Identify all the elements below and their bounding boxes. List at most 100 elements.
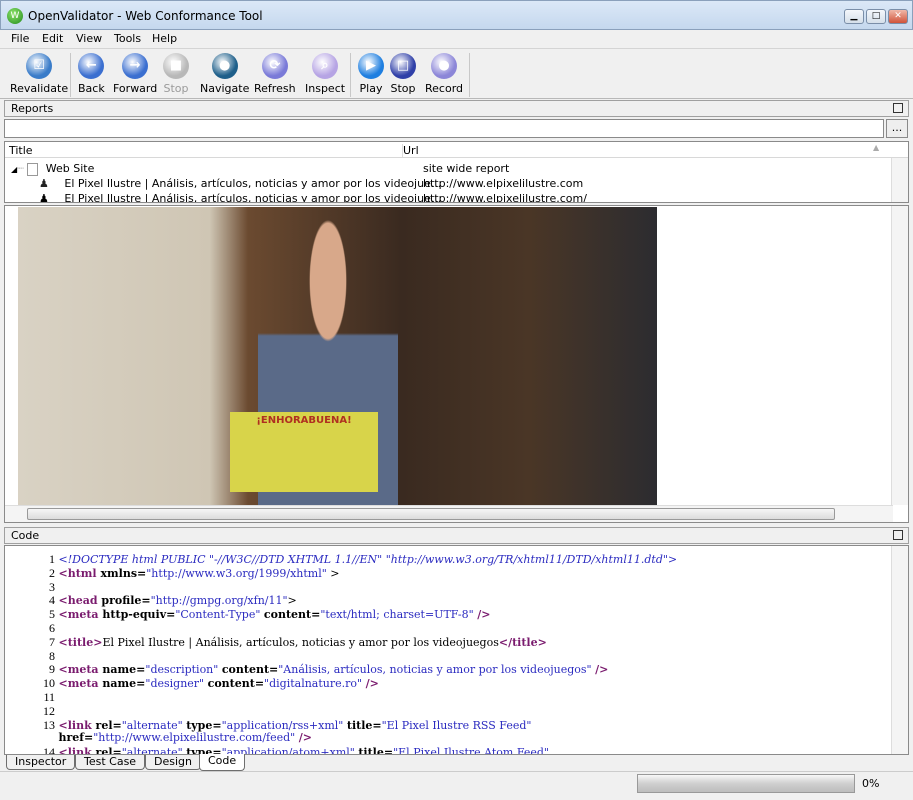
code-line: 11 [5,690,59,704]
row-url: http://www.elpixelilustre.com/ [423,192,587,203]
code-token: "application/rss+xml" [221,718,347,732]
row-title: El Pixel Ilustre | Análisis, artículos, … [64,192,442,203]
code-token: "description" [145,663,222,677]
toolbar-label: Revalidate [10,82,69,95]
line-number: 8 [49,648,55,663]
line-number: 5 [49,607,55,622]
line-number: 6 [49,621,55,635]
check-icon: ☑ [26,53,53,79]
code-token: /> [298,731,312,745]
code-token: "El Pixel Ilustre RSS Feed" [381,718,532,732]
code-token: <html [58,566,101,580]
inspector-figure-icon: ♟ [39,192,49,203]
code-token: http-equiv= [102,608,176,622]
reports-filter-input[interactable] [4,119,884,138]
line-number: 13 [43,717,55,732]
toolbar-button-record[interactable]: ● Record [425,53,463,95]
tab-code[interactable]: Code [199,754,246,771]
code-token: content= [263,608,321,622]
menu-edit[interactable]: Edit [42,32,63,45]
menu-bar: File Edit View Tools Help [0,30,913,47]
browser-view: ¡ENHORABUENA! [4,205,909,523]
line-number: 2 [49,565,55,580]
code-line: href="http://www.elpixelilustre.com/feed… [5,731,312,745]
scroll-thumb[interactable] [27,508,835,520]
toolbar-label: Refresh [254,82,296,95]
toolbar-button-stop[interactable]: ■ Stop [163,53,189,95]
globe-icon: ● [211,53,238,79]
progress-label: 0% [862,777,880,790]
menu-view[interactable]: View [76,32,102,45]
code-line: 3 [5,580,59,594]
code-token: <meta [58,608,103,622]
play-icon: ▶ [358,53,384,79]
line-number: 1 [49,552,55,566]
code-token: <link [58,718,96,732]
minimize-button[interactable]: ▁ [844,9,864,24]
code-token: <!DOCTYPE html PUBLIC "-//W3C//DTD XHTML… [58,553,678,566]
menu-file[interactable]: File [11,32,29,45]
code-token: > [326,566,340,580]
browser-horizontal-scrollbar[interactable] [5,505,893,522]
code-token: "text/html; charset=UTF-8" [320,608,478,622]
toolbar-button-revalidate[interactable]: ☑ Revalidate [10,53,68,95]
toolbar: ☑ Revalidate ← Back → Forward ■ Stop ● Navigate ⟳ R… [0,48,913,99]
row-title: El Pixel Ilustre | Análisis, artículos, … [64,177,442,190]
tab-test-case[interactable]: Test Case [75,755,146,770]
restore-panel-icon[interactable] [893,103,903,113]
toolbar-button-navigate[interactable]: ● Navigate [200,53,249,95]
code-view[interactable]: 1 <!DOCTYPE html PUBLIC "-//W3C//DTD XHT… [4,545,909,755]
toolbar-label: Inspect [305,82,346,95]
code-token: "designer" [145,677,208,691]
toolbar-button-inspect[interactable]: ⌕ Inspect [305,53,345,95]
page-icon [27,162,39,176]
code-token: "http://gmpg.org/xfn/11" [150,594,288,608]
menu-tools[interactable]: Tools [114,32,141,45]
restore-panel-icon[interactable] [893,530,903,540]
toolbar-button-stop-playback[interactable]: □ Stop [390,53,416,95]
maximize-button[interactable]: □ [866,9,886,24]
code-line: 7 <title>El Pixel Ilustre | Análisis, ar… [5,635,547,649]
code-token: > [287,594,297,608]
code-token: <head [58,594,102,608]
browse-button[interactable]: ... [886,119,908,138]
line-number: 9 [49,662,55,677]
tab-inspector[interactable]: Inspector [6,755,76,770]
toolbar-label: Back [78,82,105,95]
toolbar-label: Stop [163,82,189,95]
row-url: site wide report [423,162,510,175]
stop-square-icon: □ [390,53,416,79]
tree-vertical-scrollbar[interactable] [891,158,908,202]
tab-design[interactable]: Design [145,755,201,770]
code-token: title= [358,746,394,755]
back-arrow-icon: ← [78,53,105,79]
column-url[interactable]: Url [402,144,892,157]
congratulations-card: ¡ENHORABUENA! [230,412,378,492]
tree-row[interactable]: ♟ El Pixel Ilustre | Análisis, artículos… [39,177,441,192]
toolbar-button-forward[interactable]: → Forward [113,53,157,95]
forward-arrow-icon: → [122,53,149,79]
menu-help[interactable]: Help [152,32,177,45]
toolbar-button-refresh[interactable]: ⟳ Refresh [254,53,296,95]
code-line: 2 <html xmlns="http://www.w3.org/1999/xh… [5,566,340,580]
code-token: profile= [101,594,151,608]
browser-vertical-scrollbar[interactable] [891,206,908,505]
column-title[interactable]: Title [9,144,33,157]
toolbar-button-back[interactable]: ← Back [78,53,105,95]
code-vertical-scrollbar[interactable] [891,546,908,754]
window-title: OpenValidator - Web Conformance Tool [28,9,263,23]
code-token: content= [221,663,279,677]
code-token: "Content-Type" [175,608,264,622]
tree-row[interactable]: ◢┈ Web Site [11,162,94,177]
toolbar-button-play[interactable]: ▶ Play [358,53,384,95]
code-line: 6 [5,621,59,635]
code-token: "digitalnature.ro" [264,677,366,691]
reports-tree: Title Url ▲ ◢┈ Web Site site wide report… [4,141,909,203]
row-url: http://www.elpixelilustre.com [423,177,584,190]
code-token: title= [346,718,382,732]
close-button[interactable]: ✕ [888,9,908,24]
tree-row[interactable]: ♟ El Pixel Ilustre | Análisis, artículos… [39,192,442,203]
toolbar-label: Record [425,82,464,95]
app-logo-icon: W [7,8,23,24]
code-token: /> [477,608,491,622]
